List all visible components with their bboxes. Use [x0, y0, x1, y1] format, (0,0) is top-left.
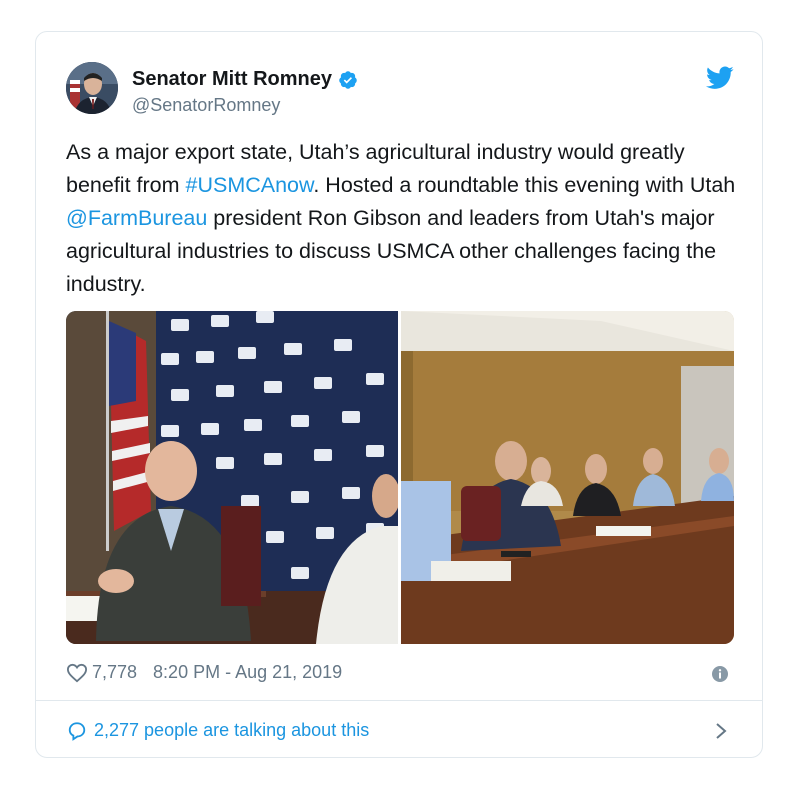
tweet-text-part2: . Hosted a roundtable this evening with … [313, 173, 736, 197]
like-count[interactable]: 7,778 [92, 662, 137, 683]
author-name-row[interactable]: Senator Mitt Romney [132, 68, 358, 91]
conversation-link[interactable]: 2,277 people are talking about this [66, 720, 369, 741]
verified-badge-icon [339, 70, 357, 89]
photo-left[interactable] [66, 311, 398, 644]
chevron-right-icon[interactable] [714, 721, 728, 741]
author-name[interactable]: Senator Mitt Romney [132, 68, 332, 91]
avatar[interactable] [66, 62, 118, 114]
info-icon[interactable] [712, 666, 728, 682]
talking-count[interactable]: 2,277 people are talking about this [94, 720, 369, 741]
tweet-text: As a major export state, Utah’s agricult… [66, 136, 746, 301]
mention-link[interactable]: @FarmBureau [66, 206, 207, 230]
hashtag-link[interactable]: #USMCAnow [186, 173, 314, 197]
heart-icon[interactable] [66, 663, 88, 683]
media-grid [66, 311, 734, 644]
author-handle[interactable]: @SenatorRomney [132, 95, 280, 116]
tweet-card: Senator Mitt Romney @SenatorRomney As a … [35, 31, 763, 758]
photo-right[interactable] [401, 311, 734, 644]
comment-bubble-icon [68, 721, 86, 741]
divider [36, 700, 762, 701]
timestamp[interactable]: 8:20 PM - Aug 21, 2019 [153, 662, 342, 683]
tweet-meta: 7,778 8:20 PM - Aug 21, 2019 [66, 662, 342, 683]
twitter-bird-icon[interactable] [706, 66, 734, 90]
